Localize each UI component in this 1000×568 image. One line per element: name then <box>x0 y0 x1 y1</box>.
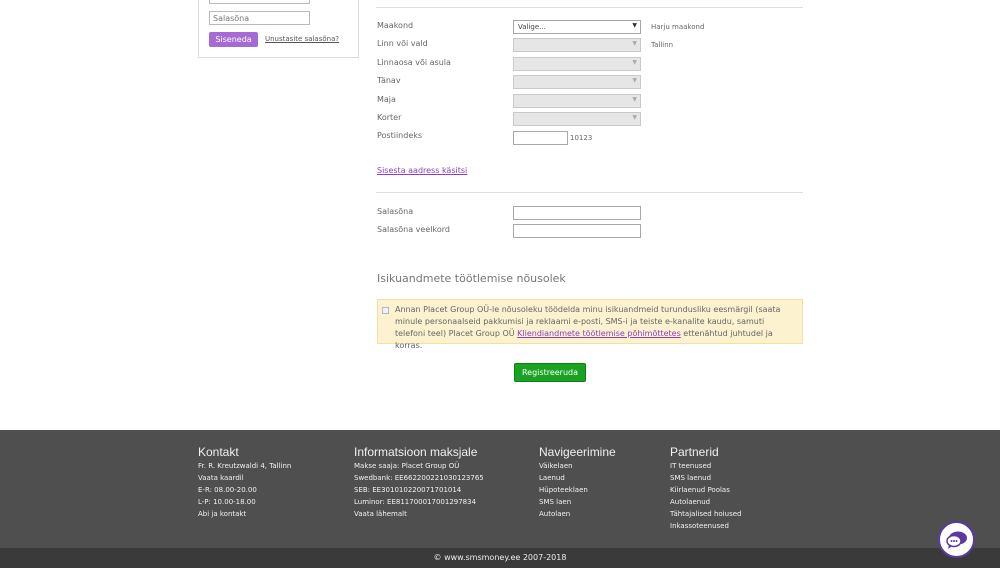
section-divider-middle <box>376 192 803 193</box>
footer-nav-link[interactable]: Laenud <box>539 472 616 484</box>
privacy-principles-link[interactable]: Kliendiandmete töötlemise põhimõttetes <box>517 329 681 338</box>
house-label: Maja <box>377 95 396 104</box>
forgot-password-link[interactable]: Unustasite salasõna? <box>265 35 339 43</box>
district-label: Linnaosa või asula <box>377 58 451 67</box>
chevron-down-icon: ▼ <box>632 96 637 103</box>
footer-map-link[interactable]: Vaata kaardil <box>198 472 291 484</box>
section-divider-top <box>376 7 803 8</box>
footer-navigation: Navigeerimine Väikelaen Laenud Hüpoteekl… <box>539 445 616 520</box>
county-hint: Harju maakond <box>651 23 705 31</box>
city-select[interactable]: ▼ <box>513 38 641 52</box>
footer-contact-title: Kontakt <box>198 445 239 459</box>
footer-hours-weekday: E-R: 08.00-20.00 <box>198 486 257 494</box>
footer-partner-link[interactable]: IT teenused <box>670 460 741 472</box>
postal-input[interactable] <box>513 131 568 145</box>
chevron-down-icon: ▼ <box>632 114 637 121</box>
footer-partner-link[interactable]: SMS laenud <box>670 472 741 484</box>
chat-button[interactable] <box>938 521 975 558</box>
footer-payment-title: Informatsioon maksjale <box>354 445 478 459</box>
footer-payment-more-link[interactable]: Vaata lähemalt <box>354 508 484 520</box>
footer-help-link[interactable]: Abi ja kontakt <box>198 508 291 520</box>
footer <box>0 430 1000 548</box>
footer-partners-title: Partnerid <box>670 445 719 459</box>
login-password-input[interactable] <box>209 11 310 25</box>
footer-partner-link[interactable]: Autolaenud <box>670 496 741 508</box>
password-repeat-label: Salasõna veelkord <box>377 225 450 234</box>
footer-contact-address: Fr. R. Kreutzwaldi 4, Tallinn <box>198 462 292 470</box>
footer-nav-link[interactable]: Hüpoteeklaen <box>539 484 616 496</box>
city-hint: Tallinn <box>651 41 674 49</box>
password-repeat-input[interactable] <box>513 224 641 238</box>
footer-payment-line: SEB: EE301010220071701014 <box>354 486 462 494</box>
consent-checkbox[interactable] <box>382 307 389 314</box>
consent-title: Isikuandmete töötlemise nõusolek <box>377 272 566 285</box>
password-label: Salasõna <box>377 207 414 216</box>
chevron-down-icon: ▼ <box>632 40 637 47</box>
footer-nav-link[interactable]: Autolaen <box>539 508 616 520</box>
county-label: Maakond <box>377 21 414 30</box>
footer-hours-weekend: L-P: 10.00-18.00 <box>198 498 256 506</box>
chat-icon <box>946 531 967 549</box>
footer-nav-link[interactable]: SMS laen <box>539 496 616 508</box>
password-input[interactable] <box>513 206 641 220</box>
footer-navigation-title: Navigeerimine <box>539 445 616 459</box>
county-select[interactable]: Valige... ▼ <box>513 20 641 34</box>
footer-payment-line: Swedbank: EE662200221030123765 <box>354 474 484 482</box>
chevron-down-icon: ▼ <box>632 77 637 84</box>
apartment-select[interactable]: ▼ <box>513 112 641 126</box>
footer-partner-link[interactable]: Tähtajalised hoiused <box>670 508 741 520</box>
postal-label: Postiindeks <box>377 131 423 140</box>
footer-payment-line: Luminor: EE811700017001297834 <box>354 498 477 506</box>
county-select-value: Valige... <box>518 23 546 31</box>
footer-payment-line: Makse saaja: Placet Group OÜ <box>354 462 460 470</box>
footer-payment: Informatsioon maksjale Makse saaja: Plac… <box>354 445 484 520</box>
apartment-label: Korter <box>377 113 402 122</box>
chevron-down-icon: ▼ <box>632 22 637 29</box>
district-select[interactable]: ▼ <box>513 57 641 71</box>
city-label: Linn või vald <box>377 39 428 48</box>
copyright-text: © www.smsmoney.ee 2007-2018 <box>433 553 567 562</box>
footer-nav-link[interactable]: Väikelaen <box>539 460 616 472</box>
consent-text: Annan Placet Group OÜ-le nõusoleku tööde… <box>395 304 795 352</box>
manual-address-link[interactable]: Sisesta aadress käsitsi <box>377 166 467 175</box>
register-button[interactable]: Registreeruda <box>514 363 586 382</box>
footer-partner-link[interactable]: Inkassoteenused <box>670 520 741 532</box>
footer-contact: Kontakt Fr. R. Kreutzwaldi 4, Tallinn Va… <box>198 445 291 520</box>
postal-hint: 10123 <box>570 134 593 142</box>
footer-partners: Partnerid IT teenused SMS laenud Kiirlae… <box>670 445 741 532</box>
footer-partner-link[interactable]: Kiirlaenud Poolas <box>670 484 741 496</box>
login-panel <box>198 0 359 58</box>
login-submit-button[interactable]: Sisenedа <box>209 32 258 47</box>
street-label: Tänav <box>377 76 401 85</box>
street-select[interactable]: ▼ <box>513 75 641 89</box>
house-select[interactable]: ▼ <box>513 94 641 108</box>
login-username-input[interactable] <box>209 0 310 4</box>
chevron-down-icon: ▼ <box>632 59 637 66</box>
